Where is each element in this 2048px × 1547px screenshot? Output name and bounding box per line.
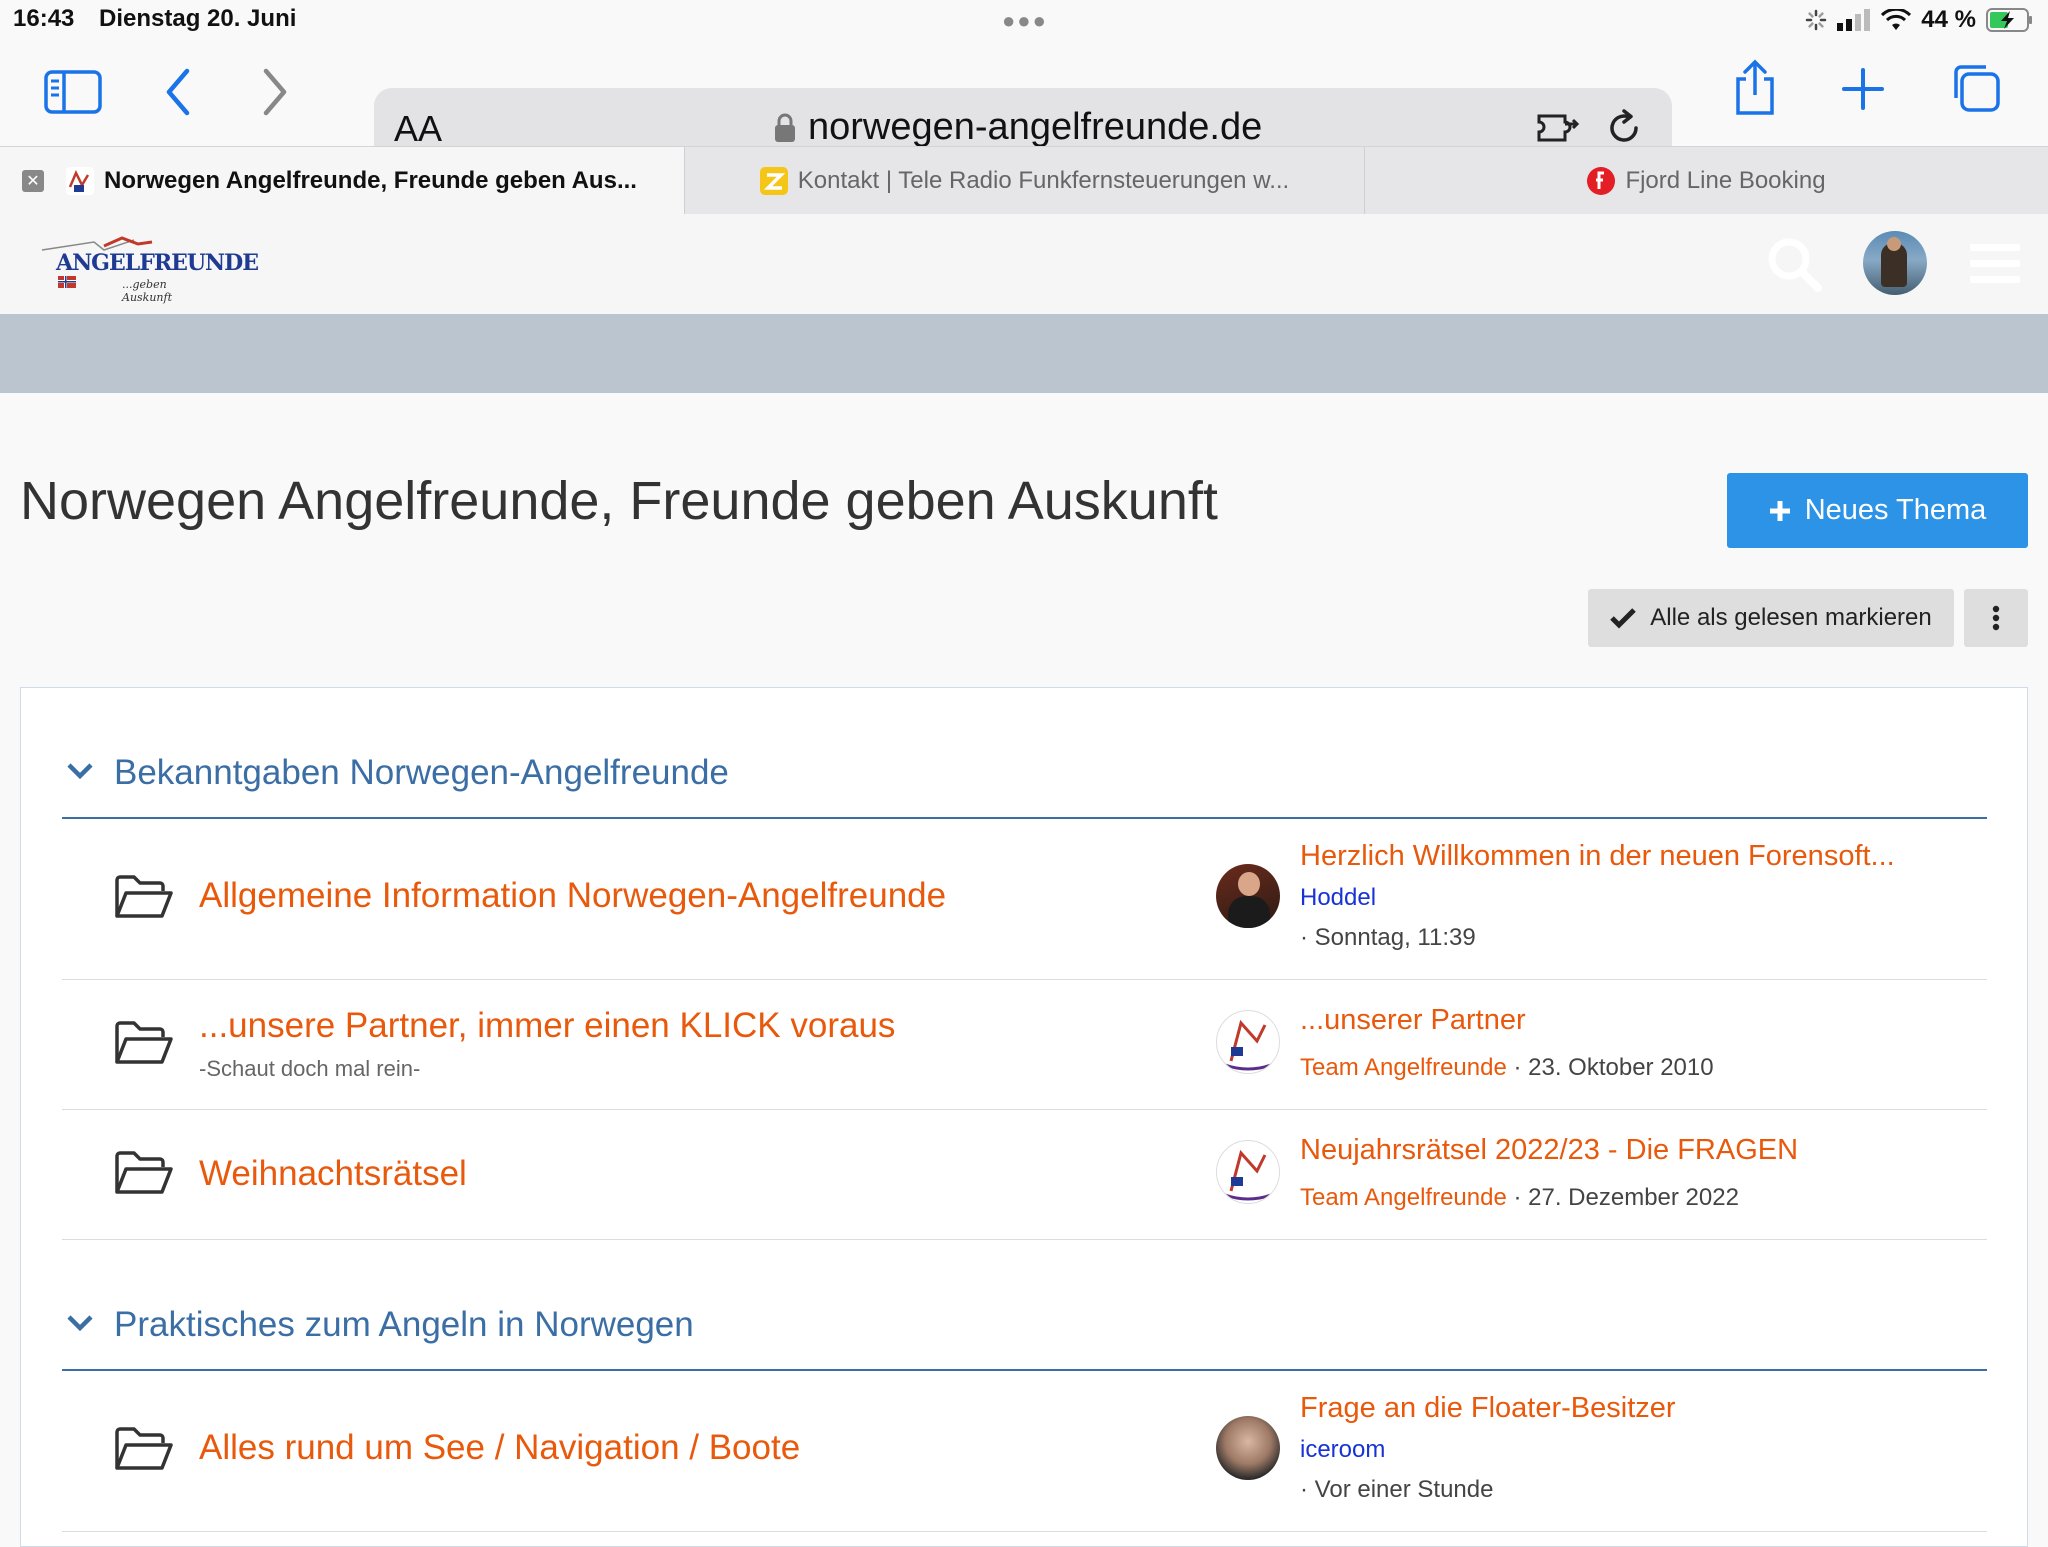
- board-row: Allgemeine Information Norwegen-Angelfre…: [62, 818, 1987, 980]
- tab-fjord-line[interactable]: Fjord Line Booking: [1365, 147, 2048, 215]
- logo-text: ANGELFREUNDE: [56, 250, 259, 276]
- last-post-user-link[interactable]: iceroom: [1300, 1436, 1385, 1464]
- board-description: -Schaut doch mal rein-: [199, 1056, 421, 1081]
- board-name-link[interactable]: Allgemeine Information Norwegen-Angelfre…: [199, 876, 946, 916]
- category-header-bekanntgaben[interactable]: Bekanntgaben Norwegen-Angelfreunde: [62, 737, 1987, 819]
- last-post-user-link[interactable]: Team Angelfreunde: [1300, 1184, 1507, 1211]
- multitasking-dots-icon[interactable]: ●●●: [1002, 8, 1048, 34]
- category-title[interactable]: Praktisches zum Angeln in Norwegen: [114, 1305, 694, 1345]
- lock-icon: [775, 113, 795, 142]
- tab-bar: ✕ Norwegen Angelfreunde, Freunde geben A…: [0, 146, 2048, 216]
- last-post-time: · 27. Dezember 2022: [1506, 1184, 1739, 1211]
- team-logo-icon: [1224, 1149, 1272, 1201]
- forward-arrow-icon[interactable]: [255, 62, 295, 122]
- tab-overview-icon[interactable]: [1948, 60, 2004, 116]
- loading-spinner-icon: [1806, 9, 1827, 31]
- last-post-link[interactable]: Herzlich Willkommen in der neuen Forenso…: [1300, 840, 1895, 873]
- folder-open-icon: [115, 1021, 173, 1064]
- last-post-link[interactable]: Neujahrsrätsel 2022/23 - Die FRAGEN: [1300, 1134, 1798, 1167]
- vertical-dots-icon: [1992, 605, 2000, 631]
- last-post-link[interactable]: ...unserer Partner: [1300, 1004, 1526, 1037]
- share-icon[interactable]: [1730, 56, 1780, 120]
- angelfreunde-favicon-icon: [66, 167, 94, 195]
- status-bar: 16:43 Dienstag 20. Juni ●●● 44 %: [0, 0, 2048, 40]
- search-icon[interactable]: [1766, 236, 1822, 292]
- category-title[interactable]: Bekanntgaben Norwegen-Angelfreunde: [114, 753, 729, 793]
- user-avatar[interactable]: [1863, 231, 1927, 295]
- checkmark-icon: [1610, 608, 1637, 629]
- extension-icon[interactable]: [1534, 106, 1584, 150]
- folder-open-icon: [115, 1151, 173, 1194]
- tab-norwegen-angelfreunde[interactable]: ✕ Norwegen Angelfreunde, Freunde geben A…: [0, 147, 684, 215]
- site-logo[interactable]: ANGELFREUNDE ...geben Auskunft: [34, 236, 259, 304]
- new-topic-label: Neues Thema: [1804, 494, 1987, 526]
- close-tab-icon[interactable]: ✕: [22, 170, 44, 192]
- status-indicators: 44 %: [1805, 4, 2034, 36]
- board-row: Alles rund um See / Navigation / Boote F…: [62, 1370, 1987, 1532]
- battery-percent: 44 %: [1921, 6, 1976, 33]
- cellular-signal-icon: [1837, 9, 1871, 31]
- site-header: ANGELFREUNDE ...geben Auskunft: [0, 214, 2048, 314]
- battery-charging-icon: [1986, 8, 2032, 32]
- status-time: 16:43: [13, 5, 75, 32]
- tab-title: Kontakt | Tele Radio Funkfernsteuerungen…: [797, 167, 1290, 194]
- hamburger-menu-icon[interactable]: [1970, 242, 2020, 286]
- board-row: Weihnachtsrätsel Neujahrsrätsel 2022/23 …: [62, 1110, 1987, 1240]
- reload-icon[interactable]: [1602, 104, 1646, 152]
- last-post-time: · Vor einer Stunde: [1300, 1476, 1494, 1503]
- tab-title: Norwegen Angelfreunde, Freunde geben Aus…: [104, 167, 637, 194]
- page-title: Norwegen Angelfreunde, Freunde geben Aus…: [20, 471, 1218, 531]
- tab-title: Fjord Line Booking: [1625, 167, 1826, 194]
- last-post-info: Team Angelfreunde · 27. Dezember 2022: [1300, 1184, 1739, 1212]
- tab-tele-radio[interactable]: Kontakt | Tele Radio Funkfernsteuerungen…: [685, 147, 1364, 215]
- folder-open-icon: [115, 1427, 173, 1470]
- folder-open-icon: [115, 875, 173, 918]
- avatar[interactable]: [1216, 1010, 1280, 1074]
- url-text[interactable]: norwegen-angelfreunde.de: [808, 106, 1262, 149]
- last-post-info: Team Angelfreunde · 23. Oktober 2010: [1300, 1054, 1714, 1082]
- avatar[interactable]: [1216, 1140, 1280, 1204]
- new-tab-plus-icon[interactable]: [1840, 66, 1886, 112]
- chevron-down-icon[interactable]: [66, 761, 94, 781]
- reader-aa-button[interactable]: AA: [394, 108, 442, 150]
- sidebar-toggle-icon[interactable]: [42, 66, 104, 118]
- board-row: ...unsere Partner, immer einen KLICK vor…: [62, 980, 1987, 1110]
- status-date: Dienstag 20. Juni: [99, 5, 297, 32]
- chevron-down-icon[interactable]: [66, 1313, 94, 1333]
- more-options-button[interactable]: [1964, 589, 2028, 647]
- logo-tagline: ...geben Auskunft: [122, 278, 172, 304]
- team-logo-icon: [1224, 1019, 1272, 1071]
- last-post-time: · 23. Oktober 2010: [1506, 1054, 1714, 1081]
- plus-icon: [1769, 500, 1790, 521]
- avatar[interactable]: [1216, 1416, 1280, 1480]
- tele-radio-favicon-icon: [759, 167, 788, 195]
- board-name-link[interactable]: Alles rund um See / Navigation / Boote: [199, 1428, 800, 1468]
- back-arrow-icon[interactable]: [158, 62, 198, 122]
- fjord-line-favicon-icon: [1587, 167, 1616, 195]
- category-header-praktisches[interactable]: Praktisches zum Angeln in Norwegen: [62, 1289, 1987, 1371]
- last-post-link[interactable]: Frage an die Floater-Besitzer: [1300, 1392, 1676, 1425]
- last-post-user-link[interactable]: Hoddel: [1300, 884, 1376, 912]
- board-name-link[interactable]: ...unsere Partner, immer einen KLICK vor…: [199, 1006, 895, 1046]
- header-band: [0, 314, 2048, 393]
- mark-all-read-button[interactable]: Alle als gelesen markieren: [1588, 589, 1954, 647]
- last-post-time: · Sonntag, 11:39: [1300, 924, 1476, 951]
- browser-toolbar: AA norwegen-angelfreunde.de: [0, 40, 2048, 168]
- new-topic-button[interactable]: Neues Thema: [1727, 473, 2028, 548]
- avatar[interactable]: [1216, 864, 1280, 928]
- wifi-icon: [1881, 9, 1912, 30]
- mark-read-label: Alle als gelesen markieren: [1650, 604, 1932, 631]
- last-post-user-link[interactable]: Team Angelfreunde: [1300, 1054, 1507, 1081]
- board-name-link[interactable]: Weihnachtsrätsel: [199, 1154, 467, 1194]
